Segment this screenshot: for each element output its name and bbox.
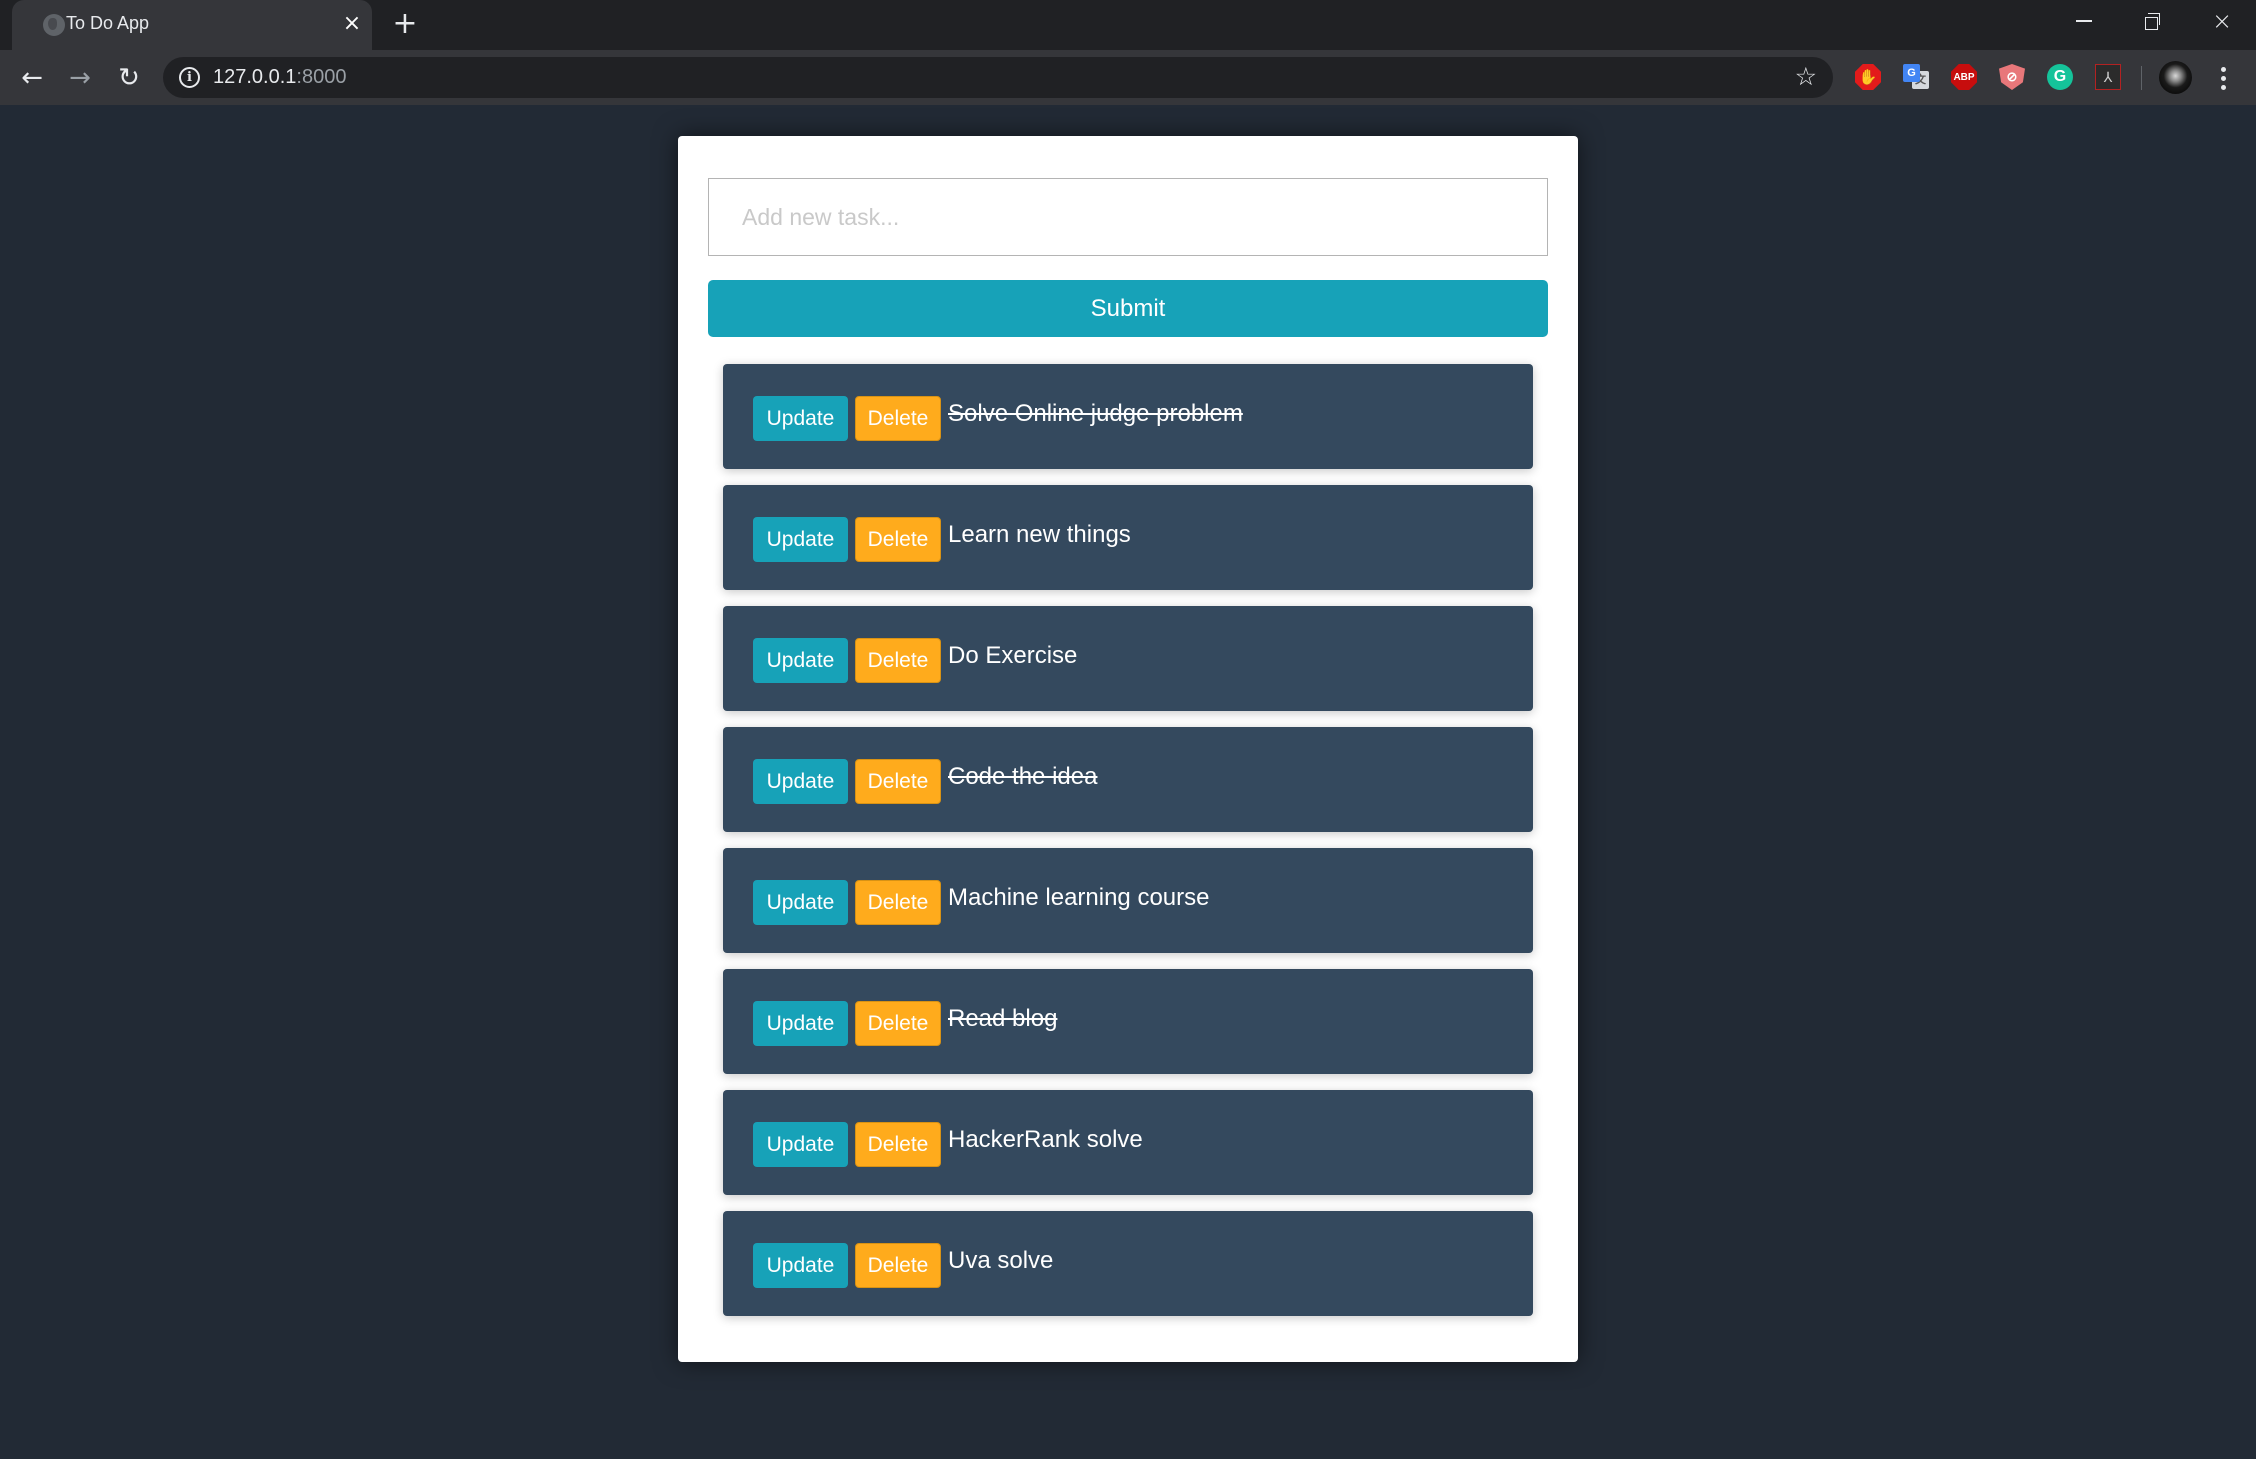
delete-button[interactable]: Delete	[855, 396, 941, 441]
task-list: Update Delete Solve Online judge problem…	[723, 364, 1533, 1332]
browser-tab[interactable]: To Do App ×	[12, 0, 372, 50]
task-item: Update Delete Do Exercise	[723, 606, 1533, 711]
site-info-icon[interactable]: i	[179, 67, 200, 88]
restore-window-button[interactable]	[2118, 0, 2186, 42]
back-button[interactable]: ←	[15, 61, 49, 95]
task-item: Update Delete HackerRank solve	[723, 1090, 1533, 1195]
google-translate-extension-icon[interactable]: 文 G	[1903, 64, 1929, 90]
update-button[interactable]: Update	[753, 880, 848, 925]
task-item: Update Delete Machine learning course	[723, 848, 1533, 953]
update-button[interactable]: Update	[753, 1001, 848, 1046]
update-button[interactable]: Update	[753, 517, 848, 562]
adblock-plus-extension-icon[interactable]: ABP	[1951, 64, 1977, 90]
delete-button[interactable]: Delete	[855, 880, 941, 925]
task-item-completed: Update Delete Solve Online judge problem	[723, 364, 1533, 469]
update-button[interactable]: Update	[753, 1122, 848, 1167]
minimize-window-button[interactable]	[2050, 0, 2118, 42]
acrobat-extension-icon[interactable]: ⅄	[2095, 64, 2121, 90]
forward-button[interactable]: →	[63, 61, 97, 95]
update-button[interactable]: Update	[753, 396, 848, 441]
update-button[interactable]: Update	[753, 1243, 848, 1288]
close-tab-icon[interactable]: ×	[338, 10, 366, 38]
task-item-completed: Update Delete Code the idea	[723, 727, 1533, 832]
browser-toolbar: ← → ↻ i 127.0.0.1:8000 ☆ ✋ 文 G ABP ⊘ G ⅄	[0, 50, 2256, 105]
update-button[interactable]: Update	[753, 638, 848, 683]
task-title[interactable]: Code the idea	[948, 763, 1097, 791]
close-window-button[interactable]: ×	[2188, 0, 2256, 42]
delete-button[interactable]: Delete	[855, 638, 941, 683]
browser-menu-icon[interactable]	[2213, 62, 2233, 94]
reload-button[interactable]: ↻	[112, 61, 146, 95]
task-title[interactable]: Learn new things	[948, 521, 1131, 549]
translate-glyph-a: G	[1903, 64, 1920, 82]
new-task-input[interactable]	[708, 178, 1548, 256]
privacy-shield-extension-icon[interactable]: ⊘	[1999, 64, 2025, 90]
url-host: 127.0.0.1	[213, 66, 297, 88]
task-item: Update Delete Uva solve	[723, 1211, 1533, 1316]
delete-button[interactable]: Delete	[855, 1243, 941, 1288]
delete-button[interactable]: Delete	[855, 1122, 941, 1167]
adblock-extension-icon[interactable]: ✋	[1855, 64, 1881, 90]
url-port: :8000	[296, 66, 347, 88]
update-button[interactable]: Update	[753, 759, 848, 804]
toolbar-separator	[2141, 66, 2142, 90]
submit-button[interactable]: Submit	[708, 280, 1548, 337]
task-title[interactable]: Uva solve	[948, 1247, 1053, 1275]
task-title[interactable]: Machine learning course	[948, 884, 1209, 912]
minimize-icon	[2076, 20, 2092, 22]
task-title[interactable]: Read blog	[948, 1005, 1057, 1033]
grammarly-extension-icon[interactable]: G	[2047, 64, 2073, 90]
tab-strip: To Do App × + ×	[0, 0, 2256, 50]
task-title[interactable]: Solve Online judge problem	[948, 400, 1243, 428]
globe-icon	[43, 14, 65, 36]
todo-card: Submit Update Delete Solve Online judge …	[678, 136, 1578, 1362]
delete-button[interactable]: Delete	[855, 517, 941, 562]
tab-title: To Do App	[66, 13, 150, 33]
task-title[interactable]: Do Exercise	[948, 642, 1077, 670]
url-text[interactable]: 127.0.0.1:8000	[213, 66, 346, 89]
task-item-completed: Update Delete Read blog	[723, 969, 1533, 1074]
delete-button[interactable]: Delete	[855, 1001, 941, 1046]
task-title[interactable]: HackerRank solve	[948, 1126, 1143, 1154]
delete-button[interactable]: Delete	[855, 759, 941, 804]
bookmark-star-icon[interactable]: ☆	[1795, 62, 1817, 91]
new-tab-button[interactable]: +	[390, 9, 420, 40]
profile-avatar[interactable]	[2159, 61, 2192, 94]
restore-icon	[2144, 12, 2160, 30]
address-bar[interactable]: i 127.0.0.1:8000 ☆	[163, 57, 1833, 98]
task-item: Update Delete Learn new things	[723, 485, 1533, 590]
